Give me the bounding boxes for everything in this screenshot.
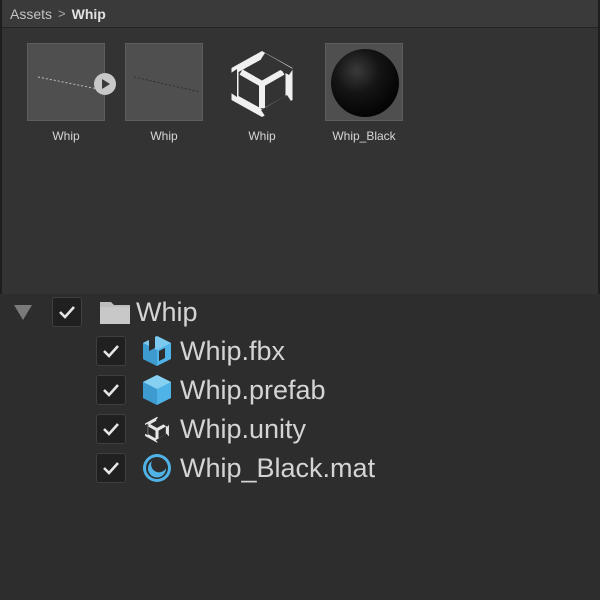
breadcrumb-separator: > (58, 6, 66, 21)
folder-icon (98, 295, 132, 329)
import-package-tree: Whip Whip.fbx Whip.prefab Whip.unity Whi… (0, 294, 600, 600)
checkmark-icon (103, 462, 119, 475)
tree-item-label: Whip.prefab (180, 374, 326, 405)
asset-tile-material[interactable]: Whip_Black (324, 43, 404, 143)
fbx-model-icon (140, 334, 174, 368)
checkmark-icon (59, 306, 75, 319)
checkbox-whip-fbx[interactable] (96, 336, 126, 366)
material-icon (140, 451, 174, 485)
breadcrumb: Assets > Whip (2, 0, 598, 28)
tree-item-label: Whip.fbx (180, 335, 286, 366)
play-preview-button[interactable] (94, 73, 116, 95)
unity-logo-icon (231, 50, 293, 118)
foldout-arrow-icon[interactable] (10, 299, 36, 325)
material-thumbnail (325, 43, 403, 121)
asset-tile-fbx-model[interactable]: Whip (124, 43, 204, 143)
tree-item-label: Whip.unity (180, 413, 307, 444)
checkmark-icon (103, 384, 119, 397)
checkbox-whip-black-mat[interactable] (96, 453, 126, 483)
triangle-down-icon (14, 305, 32, 320)
asset-tile-unity-scene[interactable]: Whip (222, 43, 302, 143)
asset-label: Whip (150, 129, 178, 143)
fbx-model-thumbnail (125, 43, 203, 121)
tree-row-whip-prefab[interactable]: Whip.prefab (96, 373, 326, 407)
asset-label: Whip (52, 129, 80, 143)
tree-row-whip-fbx[interactable]: Whip.fbx (96, 334, 285, 368)
tree-item-label: Whip_Black.mat (180, 452, 376, 483)
checkbox-whip-unity[interactable] (96, 414, 126, 444)
play-icon (102, 79, 110, 89)
prefab-icon (140, 373, 174, 407)
material-sphere-preview (331, 49, 399, 117)
checkbox-folder[interactable] (52, 297, 82, 327)
checkmark-icon (103, 345, 119, 358)
tree-item-label: Whip (136, 296, 198, 327)
tree-row-whip-black-mat[interactable]: Whip_Black.mat (96, 451, 375, 485)
model-preview-icon (133, 76, 201, 93)
breadcrumb-current-folder[interactable]: Whip (72, 6, 106, 22)
unity-scene-thumbnail (223, 43, 301, 121)
animation-clip-thumbnail (27, 43, 116, 121)
tree-row-whip-unity[interactable]: Whip.unity (96, 412, 306, 446)
checkbox-whip-prefab[interactable] (96, 375, 126, 405)
unity-logo-icon (140, 412, 174, 446)
tree-row-folder-whip[interactable]: Whip (10, 295, 198, 329)
checkmark-icon (103, 423, 119, 436)
breadcrumb-assets[interactable]: Assets (10, 6, 52, 22)
asset-label: Whip (248, 129, 276, 143)
asset-tile-animation-clip[interactable]: Whip (26, 43, 116, 143)
asset-label: Whip_Black (332, 129, 396, 143)
project-browser-panel: Assets > Whip Whip Whip Whip Whip_Black (0, 0, 600, 294)
